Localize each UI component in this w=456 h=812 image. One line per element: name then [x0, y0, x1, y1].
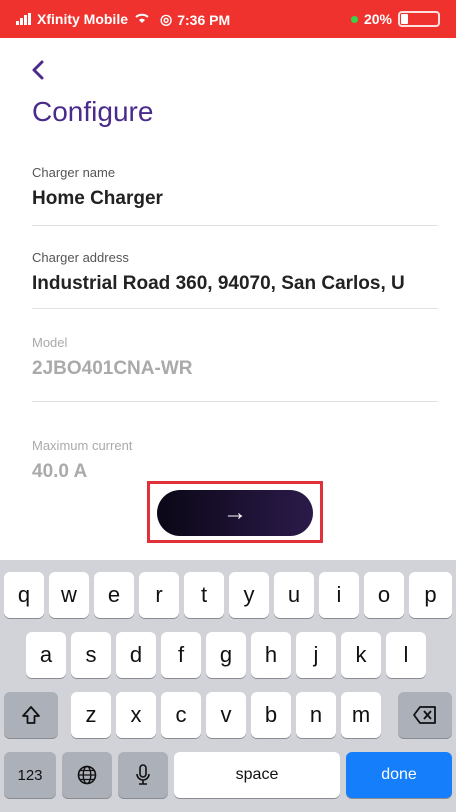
signal-icon — [16, 13, 31, 25]
key-z[interactable]: z — [71, 692, 111, 738]
microphone-key[interactable] — [118, 752, 168, 798]
next-button[interactable]: → — [157, 490, 313, 536]
numbers-key[interactable]: 123 — [4, 752, 56, 798]
key-w[interactable]: w — [49, 572, 89, 618]
key-a[interactable]: a — [26, 632, 66, 678]
key-q[interactable]: q — [4, 572, 44, 618]
battery-group: 20% — [350, 11, 440, 27]
key-f[interactable]: f — [161, 632, 201, 678]
clock-group: ◎ 7:36 PM — [160, 11, 230, 28]
arrow-right-icon: → — [223, 499, 247, 526]
carrier-name: Xfinity Mobile — [37, 11, 128, 27]
shift-key[interactable] — [4, 692, 58, 738]
key-l[interactable]: l — [386, 632, 426, 678]
status-bar: Xfinity Mobile ◎ 7:36 PM 20% — [0, 0, 456, 38]
max-current-label: Maximum current — [32, 438, 133, 453]
key-e[interactable]: e — [94, 572, 134, 618]
key-k[interactable]: k — [341, 632, 381, 678]
globe-key[interactable] — [62, 752, 112, 798]
model-value: 2JBO401CNA-WR — [32, 358, 193, 379]
key-h[interactable]: h — [251, 632, 291, 678]
key-b[interactable]: b — [251, 692, 291, 738]
done-key[interactable]: done — [346, 752, 452, 798]
key-j[interactable]: j — [296, 632, 336, 678]
model-field: Model 2JBO401CNA-WR — [32, 335, 438, 402]
charger-address-value[interactable]: Industrial Road 360, 94070, San Carlos, … — [32, 273, 438, 295]
charger-address-label: Charger address — [32, 250, 129, 265]
status-time: 7:36 PM — [177, 11, 231, 28]
charger-address-field[interactable]: Charger address Industrial Road 360, 940… — [32, 250, 438, 309]
page-title: Configure — [32, 96, 154, 127]
key-n[interactable]: n — [296, 692, 336, 738]
space-key[interactable]: space — [174, 752, 340, 798]
chevron-left-icon — [32, 60, 44, 80]
wifi-icon — [134, 11, 150, 27]
alarm-icon: ◎ — [160, 11, 173, 27]
key-c[interactable]: c — [161, 692, 201, 738]
key-o[interactable]: o — [364, 572, 404, 618]
charger-name-label: Charger name — [32, 165, 116, 180]
key-v[interactable]: v — [206, 692, 246, 738]
max-current-value: 40.0 A — [32, 461, 88, 482]
shift-icon — [22, 706, 40, 724]
key-x[interactable]: x — [116, 692, 156, 738]
key-i[interactable]: i — [319, 572, 359, 618]
key-s[interactable]: s — [71, 632, 111, 678]
max-current-field: Maximum current 40.0 A — [32, 438, 438, 484]
globe-icon — [77, 765, 97, 785]
key-r[interactable]: r — [139, 572, 179, 618]
back-button[interactable] — [28, 58, 58, 88]
microphone-icon — [136, 764, 150, 785]
key-u[interactable]: u — [274, 572, 314, 618]
backspace-icon — [413, 706, 436, 724]
keyboard: q w e r t y u i o p a s d f g h j k l z … — [0, 560, 456, 812]
dot-icon — [350, 15, 358, 23]
charger-name-field[interactable]: Charger name Home Charger — [32, 165, 438, 226]
carrier-group: Xfinity Mobile — [16, 11, 150, 27]
key-p[interactable]: p — [409, 572, 452, 618]
key-g[interactable]: g — [206, 632, 246, 678]
battery-icon — [398, 11, 440, 27]
key-t[interactable]: t — [184, 572, 224, 618]
battery-percent: 20% — [363, 11, 392, 27]
key-d[interactable]: d — [116, 632, 156, 678]
model-label: Model — [32, 335, 68, 350]
key-y[interactable]: y — [229, 572, 269, 618]
key-m[interactable]: m — [341, 692, 381, 738]
charger-name-value[interactable]: Home Charger — [32, 188, 438, 210]
delete-key[interactable] — [398, 692, 452, 738]
